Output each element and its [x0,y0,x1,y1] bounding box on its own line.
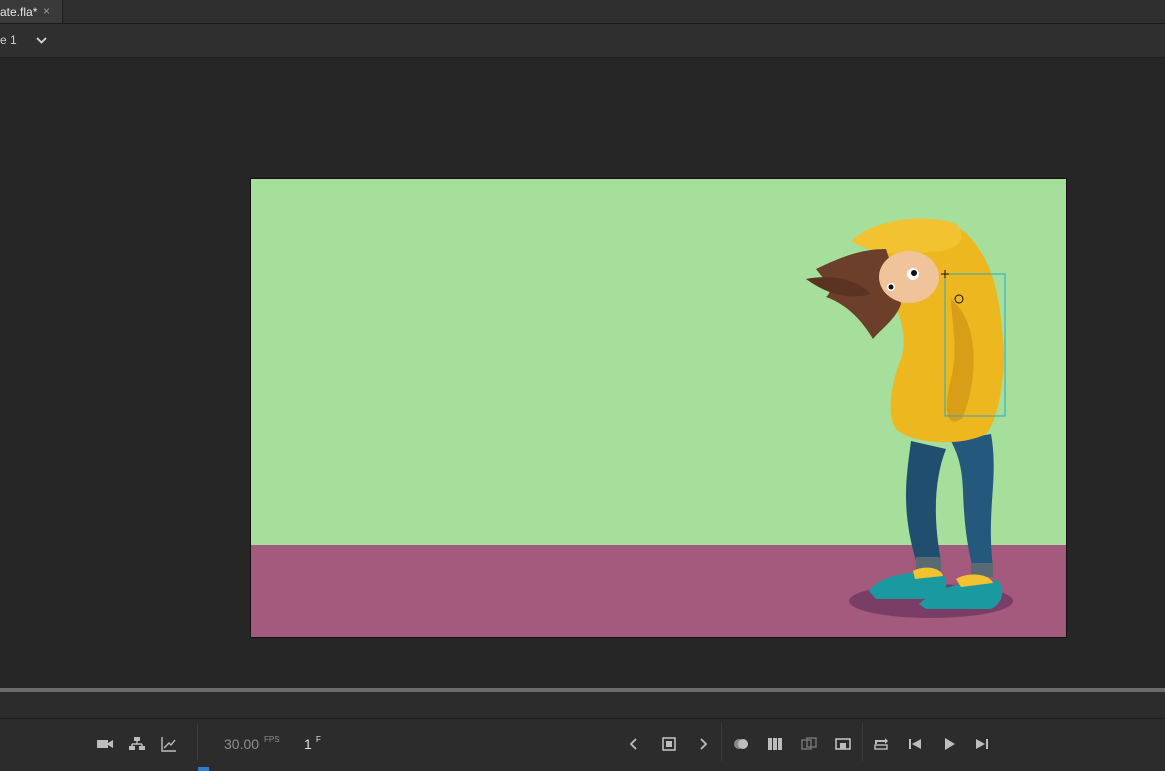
toolbar-divider [721,723,722,761]
prev-keyframe-icon[interactable] [623,733,645,755]
toolbar-divider [197,723,198,761]
document-tab-bar: ate.fla* × [0,0,1165,24]
layer-hierarchy-icon[interactable] [126,733,148,755]
close-tab-icon[interactable]: × [43,4,50,18]
edit-multiple-frames-icon[interactable] [764,733,786,755]
frame-unit: F [316,735,321,744]
toolbar-divider [862,723,863,761]
insert-keyframe-icon[interactable] [658,733,680,755]
chevron-down-icon[interactable] [35,34,48,47]
step-forward-icon[interactable] [971,733,993,755]
current-frame-value[interactable]: 1 [304,736,312,752]
loop-icon[interactable] [870,733,892,755]
timeline-ruler[interactable] [0,692,1165,719]
fps-value[interactable]: 30.00 [224,736,259,752]
onion-outline-icon[interactable] [798,733,820,755]
document-tab-label: ate.fla* [0,5,38,19]
document-tab[interactable]: ate.fla* × [0,0,63,23]
scene-bar: e 1 [0,24,1165,58]
onion-skin-icon[interactable] [730,733,752,755]
scene-label: e 1 [0,33,17,47]
graph-icon[interactable] [158,733,180,755]
playhead[interactable] [198,767,209,771]
fps-unit: FPS [264,735,280,744]
character-illustration[interactable] [251,179,1067,638]
camera-icon[interactable] [94,733,116,755]
play-icon[interactable] [938,733,960,755]
center-frame-icon[interactable] [832,733,854,755]
step-back-icon[interactable] [904,733,926,755]
next-keyframe-icon[interactable] [692,733,714,755]
stage-canvas[interactable] [250,178,1067,638]
